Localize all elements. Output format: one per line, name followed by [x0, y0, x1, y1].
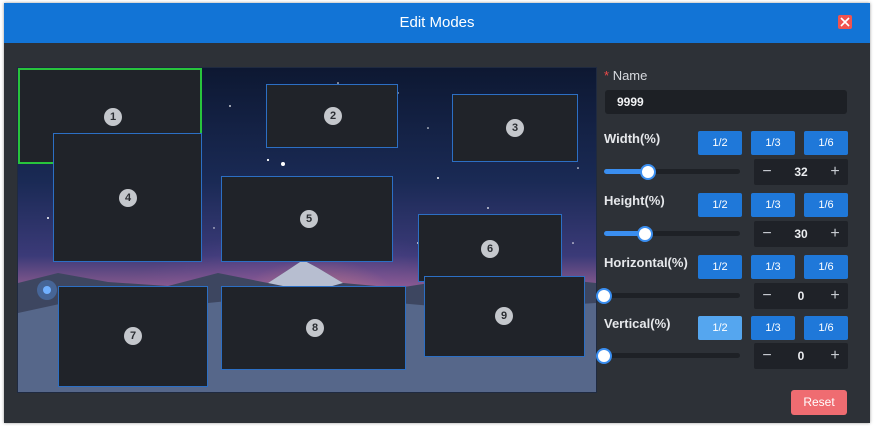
window-number-badge: 5: [300, 210, 318, 228]
window-number-badge: 3: [506, 119, 524, 137]
height-sixth-button[interactable]: 1/6: [804, 193, 848, 217]
vertical-sixth-button[interactable]: 1/6: [804, 316, 848, 340]
window-number-badge: 8: [306, 319, 324, 337]
width-stepper: − 32 +: [754, 159, 848, 185]
horizontal-sixth-button[interactable]: 1/6: [804, 255, 848, 279]
height-third-button[interactable]: 1/3: [751, 193, 795, 217]
name-input[interactable]: 9999: [605, 90, 847, 114]
height-decrement-button[interactable]: −: [754, 221, 780, 247]
reset-button[interactable]: Reset: [791, 390, 847, 415]
horizontal-label: Horizontal(%): [604, 255, 688, 270]
close-icon[interactable]: [838, 15, 852, 29]
vertical-decrement-button[interactable]: −: [754, 343, 780, 369]
height-slider[interactable]: [604, 225, 740, 242]
width-slider[interactable]: [604, 163, 740, 180]
layout-preview[interactable]: 1 2 3 4 5 6 7 8 9: [17, 67, 597, 393]
width-slider-handle[interactable]: [640, 163, 656, 180]
horizontal-half-button[interactable]: 1/2: [698, 255, 742, 279]
horizontal-third-button[interactable]: 1/3: [751, 255, 795, 279]
width-label: Width(%): [604, 131, 661, 146]
vertical-slider[interactable]: [596, 347, 740, 364]
window-number-badge: 2: [324, 107, 342, 125]
width-sixth-button[interactable]: 1/6: [804, 131, 848, 155]
layout-window-8[interactable]: 8: [221, 286, 406, 370]
height-value[interactable]: 30: [780, 221, 822, 247]
horizontal-slider-handle[interactable]: [596, 287, 612, 304]
width-value[interactable]: 32: [780, 159, 822, 185]
horizontal-decrement-button[interactable]: −: [754, 283, 780, 309]
horizontal-increment-button[interactable]: +: [822, 283, 848, 309]
width-half-button[interactable]: 1/2: [698, 131, 742, 155]
dialog-header: Edit Modes: [4, 3, 870, 43]
layout-window-9[interactable]: 9: [424, 276, 585, 357]
width-third-button[interactable]: 1/3: [751, 131, 795, 155]
width-increment-button[interactable]: +: [822, 159, 848, 185]
height-half-button[interactable]: 1/2: [698, 193, 742, 217]
window-number-badge: 1: [104, 108, 122, 126]
vertical-label: Vertical(%): [604, 316, 671, 331]
height-stepper: − 30 +: [754, 221, 848, 247]
height-slider-handle[interactable]: [637, 225, 653, 242]
name-label: * Name: [604, 68, 647, 83]
height-increment-button[interactable]: +: [822, 221, 848, 247]
layout-window-6[interactable]: 6: [418, 214, 562, 282]
layout-window-3[interactable]: 3: [452, 94, 578, 162]
horizontal-value[interactable]: 0: [780, 283, 822, 309]
window-number-badge: 7: [124, 327, 142, 345]
vertical-stepper: − 0 +: [754, 343, 848, 369]
required-mark: *: [604, 68, 610, 83]
name-label-text: Name: [612, 68, 648, 83]
layout-window-7[interactable]: 7: [58, 286, 208, 387]
width-decrement-button[interactable]: −: [754, 159, 780, 185]
dialog-title: Edit Modes: [399, 14, 475, 31]
window-number-badge: 4: [119, 189, 137, 207]
vertical-increment-button[interactable]: +: [822, 343, 848, 369]
vertical-slider-handle[interactable]: [596, 347, 612, 364]
horizontal-slider[interactable]: [596, 287, 740, 304]
vertical-value[interactable]: 0: [780, 343, 822, 369]
window-number-badge: 9: [495, 307, 513, 325]
vertical-third-button[interactable]: 1/3: [751, 316, 795, 340]
window-number-badge: 6: [481, 240, 499, 258]
layout-window-2[interactable]: 2: [266, 84, 398, 148]
vertical-half-button[interactable]: 1/2: [698, 316, 742, 340]
horizontal-stepper: − 0 +: [754, 283, 848, 309]
layout-window-5[interactable]: 5: [221, 176, 393, 262]
layout-window-4[interactable]: 4: [53, 133, 202, 262]
height-label: Height(%): [604, 193, 665, 208]
edit-modes-dialog: Edit Modes 1 2 3 4 5 6 7 8 9 * Name 9999…: [4, 3, 870, 423]
